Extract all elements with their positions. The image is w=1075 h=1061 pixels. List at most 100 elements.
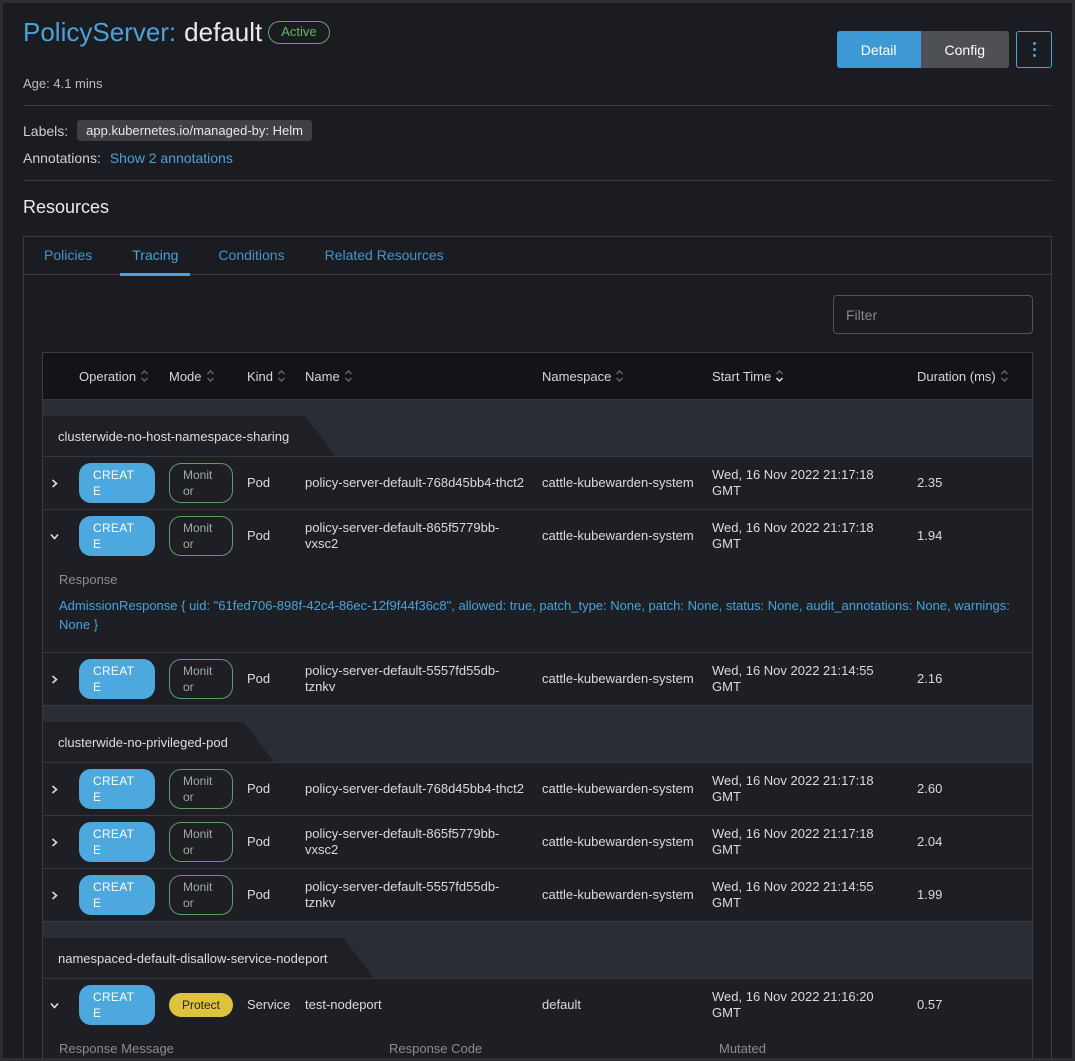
mode-badge: Monitor [169, 516, 233, 556]
row-expander[interactable] [43, 831, 79, 854]
column-label: Namespace [542, 369, 611, 384]
metadata-section: Labels: app.kubernetes.io/managed-by: He… [23, 120, 1052, 166]
header-actions: Detail Config [837, 31, 1052, 68]
row-expander[interactable] [43, 778, 79, 801]
operation-badge: CREATE [79, 985, 155, 1025]
kind-cell: Pod [247, 469, 305, 497]
chevron-right-icon [49, 478, 60, 489]
show-annotations-link[interactable]: Show 2 annotations [110, 150, 233, 166]
table-header: Operation Mode Kind Name Namespace Start Time… [43, 353, 1032, 399]
column-header-kind[interactable]: Kind [247, 369, 305, 384]
response-detail-column: Response CodeN/A [389, 1041, 719, 1061]
column-label: Name [305, 369, 340, 384]
resource-name: default [184, 17, 262, 48]
kind-cell: Pod [247, 665, 305, 693]
trace-row: CREATE Monitor Podpolicy-server-default-76… [43, 456, 1032, 509]
trace-row: CREATEProtectServicetest-nodeportdefault… [43, 978, 1032, 1031]
tracing-panel: Operation Mode Kind Name Namespace Start Time… [24, 275, 1051, 1061]
detail-column-label: Mutated [719, 1041, 1016, 1056]
mode-badge: Monitor [169, 463, 233, 503]
response-text: AdmissionResponse { uid: "61fed706-898f-… [59, 596, 1016, 634]
column-header-duration-ms-[interactable]: Duration (ms) [917, 369, 1032, 384]
column-header-operation[interactable]: Operation [79, 369, 169, 384]
row-expander[interactable] [43, 472, 79, 495]
policy-group-band: clusterwide-no-host-namespace-sharing [43, 399, 1032, 456]
response-detail-column: Response MessageService of type NodePort… [59, 1041, 389, 1061]
mode-cell: Monitor [169, 816, 247, 868]
column-header-start-time[interactable]: Start Time [712, 369, 917, 384]
mode-cell: Monitor [169, 457, 247, 509]
tab-policies[interactable]: Policies [24, 237, 112, 275]
tab-tracing[interactable]: Tracing [112, 237, 198, 275]
namespace-cell: cattle-kubewarden-system [542, 775, 712, 803]
operation-badge: CREATE [79, 463, 155, 503]
chevron-right-icon [49, 890, 60, 901]
config-button[interactable]: Config [921, 31, 1009, 68]
row-expander[interactable] [43, 884, 79, 907]
kind-cell: Pod [247, 881, 305, 909]
start-time-cell: Wed, 16 Nov 2022 21:17:18 GMT [712, 767, 917, 811]
label-chip: app.kubernetes.io/managed-by: Helm [77, 120, 312, 141]
namespace-cell: cattle-kubewarden-system [542, 469, 712, 497]
trace-row: CREATEMonitorPodpolicy-server-default-55… [43, 868, 1032, 921]
resources-tab-panel: Policies Tracing Conditions Related Reso… [23, 236, 1052, 1061]
column-header-name[interactable]: Name [305, 369, 542, 384]
table-body: clusterwide-no-host-namespace-sharingCRE… [43, 399, 1032, 1061]
operation-badge: CREATE [79, 875, 155, 915]
name-cell: test-nodeport [305, 991, 542, 1019]
actions-menu-button[interactable] [1016, 31, 1052, 68]
sort-arrows-icon [775, 369, 784, 383]
tab-related-resources[interactable]: Related Resources [305, 237, 464, 275]
sort-arrows-icon [140, 369, 149, 383]
detail-column-label: Response Code [389, 1041, 719, 1056]
vertical-ellipsis-icon [1033, 41, 1036, 59]
namespace-cell: default [542, 991, 712, 1019]
operation-cell: CREATE [79, 979, 169, 1031]
row-expander[interactable] [43, 525, 79, 548]
policy-group-label: clusterwide-no-privileged-pod [43, 722, 274, 762]
detail-button[interactable]: Detail [837, 31, 921, 68]
column-header-mode[interactable]: Mode [169, 369, 247, 384]
resources-heading: Resources [23, 197, 1052, 218]
duration-cell: 1.99 [917, 881, 1032, 909]
row-expander[interactable] [43, 668, 79, 691]
sort-arrows-icon [277, 369, 286, 383]
operation-badge: CREATE [79, 516, 155, 556]
response-label: Response [59, 572, 1016, 587]
start-time-cell: Wed, 16 Nov 2022 21:17:18 GMT [712, 461, 917, 505]
duration-cell: 2.16 [917, 665, 1032, 693]
name-cell: policy-server-default-865f5779bb-vxsc2 [305, 820, 542, 864]
operation-cell: CREATE [79, 457, 169, 509]
row-expander[interactable] [43, 994, 79, 1017]
filter-input[interactable] [833, 295, 1033, 334]
tracing-table: Operation Mode Kind Name Namespace Start Time… [42, 352, 1033, 1061]
tab-conditions[interactable]: Conditions [198, 237, 304, 275]
policy-group-label: namespaced-default-disallow-service-node… [43, 938, 374, 978]
chevron-down-icon [49, 531, 60, 542]
operation-cell: CREATE [79, 510, 169, 562]
column-label: Duration (ms) [917, 369, 996, 384]
column-header-namespace[interactable]: Namespace [542, 369, 712, 384]
duration-cell: 2.60 [917, 775, 1032, 803]
namespace-cell: cattle-kubewarden-system [542, 522, 712, 550]
mode-cell: Monitor [169, 763, 247, 815]
chevron-right-icon [49, 674, 60, 685]
column-label: Kind [247, 369, 273, 384]
mode-cell: Monitor [169, 510, 247, 562]
namespace-cell: cattle-kubewarden-system [542, 881, 712, 909]
trace-row: CREATEMonitorPodpolicy-server-default-55… [43, 652, 1032, 705]
response-detail-columns: Response MessageService of type NodePort… [43, 1031, 1032, 1061]
policy-group-band: namespaced-default-disallow-service-node… [43, 921, 1032, 978]
response-detail: Response AdmissionResponse { uid: "61fed7… [43, 562, 1032, 652]
operation-cell: CREATE [79, 816, 169, 868]
start-time-cell: Wed, 16 Nov 2022 21:17:18 GMT [712, 514, 917, 558]
name-cell: policy-server-default-768d45bb4-thct2 [305, 469, 542, 497]
duration-cell: 2.04 [917, 828, 1032, 856]
name-cell: policy-server-default-768d45bb4-thct2 [305, 775, 542, 803]
response-detail-column: Mutatedfalse [719, 1041, 1016, 1061]
column-label: Operation [79, 369, 136, 384]
name-cell: policy-server-default-5557fd55db-tznkv [305, 657, 542, 701]
duration-cell: 0.57 [917, 991, 1032, 1019]
name-cell: policy-server-default-5557fd55db-tznkv [305, 873, 542, 917]
column-label: Mode [169, 369, 202, 384]
